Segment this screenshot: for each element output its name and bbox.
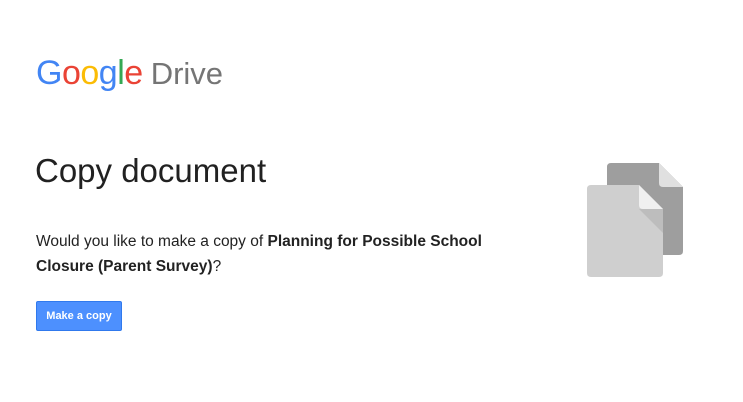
- logo-letter: g: [98, 54, 118, 92]
- prompt-prefix: Would you like to make a copy of: [36, 233, 268, 250]
- prompt-suffix: ?: [212, 258, 222, 275]
- logo-letter: l: [117, 54, 125, 92]
- logo-letter: e: [124, 54, 143, 92]
- google-drive-logo: Google Drive: [36, 54, 223, 98]
- front-document-icon: [587, 185, 663, 277]
- make-a-copy-button[interactable]: Make a copy: [36, 301, 122, 331]
- product-name: Drive: [150, 56, 224, 91]
- logo-letter: o: [61, 54, 81, 92]
- google-wordmark: Google: [36, 54, 143, 93]
- copy-prompt: Would you like to make a copy of Plannin…: [36, 229, 506, 279]
- logo-letter: o: [80, 54, 99, 92]
- page-title: Copy document: [35, 152, 267, 189]
- copy-documents-icon: [587, 163, 683, 277]
- copy-document-page: Google Drive Copy document Would you lik…: [0, 0, 743, 402]
- logo-letter: G: [36, 54, 62, 92]
